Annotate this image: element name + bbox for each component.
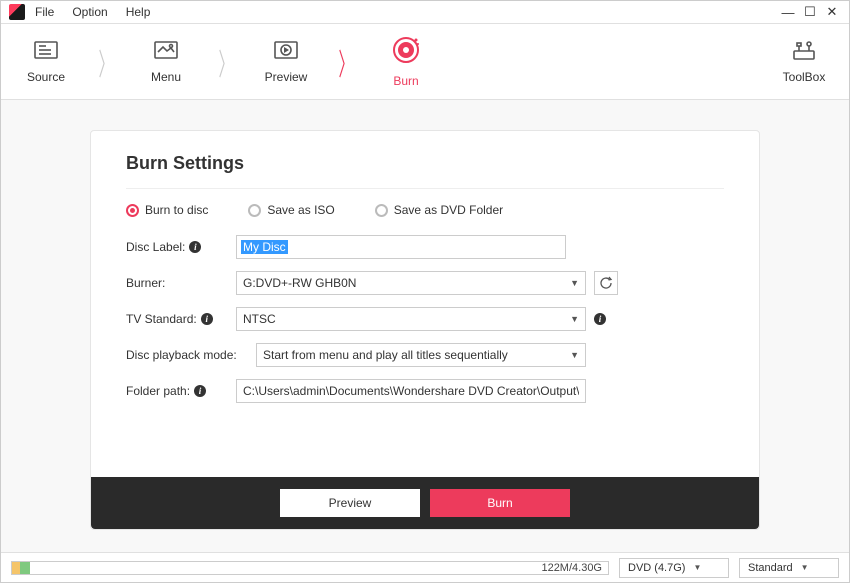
disc-label-label: Disc Label:i — [126, 240, 236, 254]
radio-label: Burn to disc — [145, 203, 208, 217]
folder-path-label: Folder path:i — [126, 384, 236, 398]
output-type-group: Burn to disc Save as ISO Save as DVD Fol… — [126, 203, 724, 217]
radio-burn-to-disc[interactable]: Burn to disc — [126, 203, 208, 217]
radio-label: Save as ISO — [267, 203, 334, 217]
tab-source[interactable]: Source — [1, 24, 91, 100]
menu-icon — [152, 39, 180, 64]
radio-save-iso[interactable]: Save as ISO — [248, 203, 334, 217]
chevron-icon: 〉 — [339, 40, 354, 84]
info-icon[interactable]: i — [189, 241, 201, 253]
preview-button[interactable]: Preview — [280, 489, 420, 517]
tab-bar: Source 〉 Menu 〉 Preview 〉 Burn ToolBox — [1, 24, 849, 100]
titlebar: File Option Help — ☐ ✕ — [1, 1, 849, 24]
tab-label: Preview — [265, 70, 308, 84]
quality-select[interactable]: Standard▼ — [739, 558, 839, 578]
menu-file[interactable]: File — [35, 5, 54, 19]
tv-standard-label: TV Standard:i — [126, 312, 236, 326]
playback-mode-label: Disc playback mode: — [126, 348, 256, 362]
preview-icon — [272, 39, 300, 64]
disc-type-select[interactable]: DVD (4.7G)▼ — [619, 558, 729, 578]
menu-option[interactable]: Option — [72, 5, 107, 19]
tab-label: Source — [27, 70, 65, 84]
content-area: Burn Settings Burn to disc Save as ISO S… — [1, 100, 849, 552]
source-icon — [32, 39, 60, 64]
card-title: Burn Settings — [126, 153, 724, 189]
tab-preview[interactable]: Preview — [241, 24, 331, 100]
playback-mode-select[interactable]: Start from menu and play all titles sequ… — [256, 343, 586, 367]
chevron-down-icon: ▼ — [570, 278, 579, 288]
info-icon[interactable]: i — [594, 313, 606, 325]
radio-save-dvd-folder[interactable]: Save as DVD Folder — [375, 203, 503, 217]
chevron-down-icon: ▼ — [693, 563, 701, 572]
burn-settings-card: Burn Settings Burn to disc Save as ISO S… — [90, 130, 760, 530]
folder-path-input[interactable]: C:\Users\admin\Documents\Wondershare DVD… — [236, 379, 586, 403]
tab-label: Menu — [151, 70, 181, 84]
tab-burn[interactable]: Burn — [361, 24, 451, 100]
maximize-button[interactable]: ☐ — [801, 4, 819, 20]
toolbox-icon — [790, 39, 818, 64]
tab-menu[interactable]: Menu — [121, 24, 211, 100]
burn-icon — [391, 35, 421, 68]
status-bar: 122M/4.30G DVD (4.7G)▼ Standard▼ — [1, 552, 849, 582]
burn-button[interactable]: Burn — [430, 489, 570, 517]
capacity-progress: 122M/4.30G — [11, 561, 609, 575]
tab-label: ToolBox — [783, 70, 826, 84]
chevron-icon: 〉 — [219, 40, 234, 84]
disc-label-input[interactable]: My Disc — [236, 235, 566, 259]
tab-label: Burn — [393, 74, 418, 88]
tv-standard-select[interactable]: NTSC▼ — [236, 307, 586, 331]
card-footer: Preview Burn — [91, 477, 759, 529]
burner-label: Burner: — [126, 276, 236, 290]
chevron-icon: 〉 — [99, 40, 114, 84]
progress-segment — [20, 562, 30, 574]
burner-select[interactable]: G:DVD+-RW GHB0N▼ — [236, 271, 586, 295]
refresh-burner-button[interactable] — [594, 271, 618, 295]
tab-toolbox[interactable]: ToolBox — [759, 39, 849, 84]
close-button[interactable]: ✕ — [823, 4, 841, 20]
chevron-down-icon: ▼ — [570, 314, 579, 324]
capacity-text: 122M/4.30G — [541, 562, 602, 574]
info-icon[interactable]: i — [201, 313, 213, 325]
chevron-down-icon: ▼ — [570, 350, 579, 360]
radio-label: Save as DVD Folder — [394, 203, 503, 217]
app-icon — [9, 4, 25, 20]
progress-segment — [12, 562, 20, 574]
menu-help[interactable]: Help — [126, 5, 151, 19]
minimize-button[interactable]: — — [779, 5, 797, 20]
info-icon[interactable]: i — [194, 385, 206, 397]
chevron-down-icon: ▼ — [801, 563, 809, 572]
